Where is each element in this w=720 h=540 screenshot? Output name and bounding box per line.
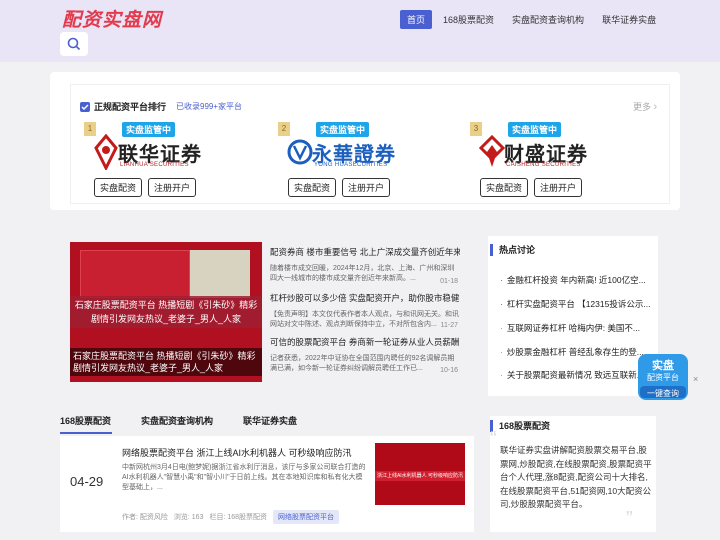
tab-lianhua[interactable]: 联华证券实盘 bbox=[243, 414, 297, 427]
article-category[interactable]: 栏目: 168股票配资 bbox=[209, 512, 267, 522]
site-header: 配资实盘网 首页 168股票配资 实盘配资查询机构 联华证券实盘 bbox=[0, 0, 720, 62]
article-tag[interactable]: 网络股票配资平台 bbox=[273, 510, 340, 524]
tab-shipan-query[interactable]: 实盘配资查询机构 bbox=[141, 414, 213, 427]
badge-line2: 配资平台 bbox=[647, 373, 679, 382]
broker-sub: YONG HUASECURITIES bbox=[314, 162, 388, 168]
regulated-badge: 实盘监管中 bbox=[508, 122, 562, 137]
shipan-peizi-button[interactable]: 实盘配资 bbox=[480, 178, 529, 197]
site-logo[interactable]: 配资实盘网 bbox=[62, 5, 162, 32]
register-button[interactable]: 注册开户 bbox=[342, 178, 391, 197]
article-desc: 中新网杭州3月4日电(鲍梦妮)据浙江省水利厅消息，该厅与多家公司联合打造的AI水… bbox=[122, 464, 366, 491]
news-desc: 【免责声明】本文仅代表作者本人观点，与和讯网无关。和讯网站对文中陈述、观点判断保… bbox=[270, 311, 459, 328]
ranking-icon bbox=[80, 101, 90, 112]
search-icon bbox=[67, 37, 81, 51]
query-floating-badge[interactable]: 实盘 配资平台 一键查询 bbox=[636, 352, 690, 402]
hot-item[interactable]: · 关于股票配资最新情况 致远互联新... bbox=[500, 369, 650, 381]
broker-card-lianhua[interactable]: 1 实盘监管中 联华证券 LIANHUA SECURITIES 实盘配资 注册开… bbox=[84, 120, 204, 200]
shipan-peizi-button[interactable]: 实盘配资 bbox=[288, 178, 337, 197]
news-item[interactable]: 配资券商 楼市重要信号 北上广深成交量齐创近年来... 随着楼市成交回暖，202… bbox=[270, 246, 460, 285]
news-title[interactable]: 可信的股票配资平台 券商新一轮证券从业人员薪酬... bbox=[270, 336, 460, 348]
cigarette-box-image bbox=[80, 250, 190, 298]
content-tabs: 168股票配资 实盘配资查询机构 联华证券实盘 bbox=[60, 414, 297, 427]
news-title[interactable]: 配资券商 楼市重要信号 北上广深成交量齐创近年来... bbox=[270, 246, 460, 258]
regulated-badge: 实盘监管中 bbox=[316, 122, 370, 137]
hot-item[interactable]: · 炒股票金融杠杆 普经乱象存生的登... bbox=[500, 346, 650, 358]
article-author: 作者: 配资风险 bbox=[122, 514, 168, 521]
article-meta: 作者: 配资风险 浏览: 163 栏目: 168股票配资 网络股票配资平台 bbox=[122, 510, 340, 524]
badge-line3: 一键查询 bbox=[647, 389, 679, 398]
register-button[interactable]: 注册开户 bbox=[534, 178, 583, 197]
news-date: 01-18 bbox=[440, 278, 458, 285]
caisheng-logo-icon bbox=[478, 134, 506, 167]
ranking-header: 正规配资平台排行 已收录999+家平台 bbox=[80, 100, 242, 113]
news-title[interactable]: 杠杆炒股可以多少倍 实盘配资开户，助你股市稳健... bbox=[270, 292, 460, 304]
ranking-title: 正规配资平台排行 bbox=[94, 102, 167, 112]
news-date: 10-16 bbox=[440, 367, 458, 374]
featured-article-image[interactable]: 石家庄股票配资平台 热播短剧《引朱砂》精彩剧情引发网友热议_老婆子_男人_人家 … bbox=[70, 242, 262, 382]
nav-home[interactable]: 首页 bbox=[400, 10, 433, 29]
regulated-badge: 实盘监管中 bbox=[122, 122, 176, 137]
broker-card-caisheng[interactable]: 3 实盘监管中 财盛证券 CAISHENG SECURITIES 实盘配资 注册… bbox=[470, 120, 590, 200]
article-date: 04-29 bbox=[70, 474, 104, 489]
hot-item[interactable]: · 金融杠杆投资 年内新高! 近100亿空... bbox=[500, 274, 650, 286]
open-quote-icon: “ bbox=[490, 428, 497, 450]
active-tab-indicator bbox=[60, 432, 112, 434]
package-image bbox=[190, 250, 250, 298]
tab-168-peizi[interactable]: 168股票配资 bbox=[60, 414, 111, 427]
thumbnail-text: 浙江上线AI水利机器人 可秒级响应防汛 bbox=[375, 471, 465, 481]
nav-168-peizi[interactable]: 168股票配资 bbox=[436, 10, 501, 29]
search-button[interactable] bbox=[60, 32, 88, 56]
hot-item[interactable]: · 互联网证券杠杆 哈梅内伊: 美国不... bbox=[500, 322, 650, 334]
hot-item[interactable]: · 杠杆实盘配资平台 【12315投诉公示... bbox=[500, 298, 650, 310]
broker-sub: CAISHENG SECURITIES bbox=[506, 162, 581, 168]
nav-shipan-query[interactable]: 实盘配资查询机构 bbox=[505, 10, 591, 29]
main-nav: 首页 168股票配资 实盘配资查询机构 联华证券实盘 bbox=[400, 10, 667, 29]
shipan-peizi-button[interactable]: 实盘配资 bbox=[94, 178, 143, 197]
side-card-text: 联华证券实盘讲解配资股票交易平台,股票网,炒股配资,在线股票配资,股票配资平台个… bbox=[500, 445, 652, 509]
broker-card-yonghua[interactable]: 2 实盘监管中 永華證券 YONG HUASECURITIES 实盘配资 注册开… bbox=[278, 120, 398, 200]
featured-overlay-title: 石家庄股票配资平台 热播短剧《引朱砂》精彩剧情引发网友热议_老婆子_男人_人家 bbox=[70, 296, 262, 328]
yonghua-logo-icon bbox=[287, 139, 313, 165]
hot-discussion-title: 热点讨论 bbox=[490, 244, 535, 256]
badge-line1: 实盘 bbox=[652, 360, 674, 372]
featured-caption[interactable]: 石家庄股票配资平台 热播短剧《引朱砂》精彩剧情引发网友热议_老婆子_男人_人家 bbox=[70, 348, 262, 376]
lianhua-logo-icon bbox=[94, 134, 118, 170]
broker-sub: LIANHUA SECURITIES bbox=[120, 162, 189, 168]
nav-lianhua[interactable]: 联华证券实盘 bbox=[595, 10, 663, 29]
news-item[interactable]: 杠杆炒股可以多少倍 实盘配资开户，助你股市稳健... 【免责声明】本文仅代表作者… bbox=[270, 292, 460, 330]
article-title[interactable]: 网络股票配资平台 浙江上线AI水利机器人 可秒级响应防汛 bbox=[122, 446, 352, 459]
ranking-subtitle: 已收录999+家平台 bbox=[176, 102, 243, 111]
ranking-more-link[interactable]: 更多 › bbox=[633, 100, 657, 113]
news-desc: 记者获悉，2022年中证协在全国范围内聘任的92名调解员期满已满，如今新一轮证券… bbox=[270, 355, 455, 372]
close-quote-icon: ” bbox=[626, 508, 633, 530]
close-icon[interactable]: × bbox=[693, 374, 698, 384]
side-card-title: 168股票配资 bbox=[490, 420, 550, 432]
news-desc: 随着楼市成交回暖，2024年12月，北京、上海、广州和深圳四大一线城市的楼市成交… bbox=[270, 265, 455, 282]
news-date: 11-27 bbox=[440, 322, 458, 329]
news-item[interactable]: 可信的股票配资平台 券商新一轮证券从业人员薪酬... 记者获悉，2022年中证协… bbox=[270, 336, 460, 374]
register-button[interactable]: 注册开户 bbox=[148, 178, 197, 197]
article-views: 浏览: 163 bbox=[173, 514, 204, 521]
article-thumbnail[interactable]: 浙江上线AI水利机器人 可秒级响应防汛 bbox=[375, 443, 465, 505]
